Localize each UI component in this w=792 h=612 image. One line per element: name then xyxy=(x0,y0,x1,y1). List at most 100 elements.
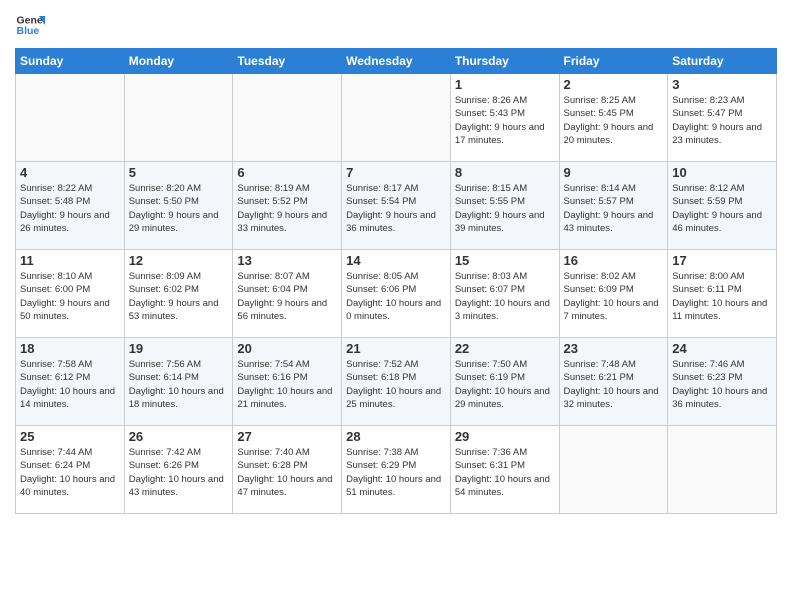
day-number: 16 xyxy=(564,253,664,268)
day-cell: 13 Sunrise: 8:07 AM Sunset: 6:04 PM Dayli… xyxy=(233,250,342,338)
day-info: Sunrise: 8:17 AM Sunset: 5:54 PM Dayligh… xyxy=(346,182,446,235)
week-row: 1Sunrise: 8:26 AM Sunset: 5:43 PM Daylig… xyxy=(16,74,777,162)
day-info: Sunrise: 8:03 AM Sunset: 6:07 PM Dayligh… xyxy=(455,270,555,323)
day-number: 8 xyxy=(455,165,555,180)
day-number: 22 xyxy=(455,341,555,356)
day-info: Sunrise: 8:07 AM Sunset: 6:04 PM Dayligh… xyxy=(237,270,337,323)
day-info: Sunrise: 8:19 AM Sunset: 5:52 PM Dayligh… xyxy=(237,182,337,235)
header-cell-thursday: Thursday xyxy=(450,49,559,74)
day-info: Sunrise: 7:50 AM Sunset: 6:19 PM Dayligh… xyxy=(455,358,555,411)
day-info: Sunrise: 8:26 AM Sunset: 5:43 PM Dayligh… xyxy=(455,94,555,147)
day-cell: 25Sunrise: 7:44 AM Sunset: 6:24 PM Dayli… xyxy=(16,426,125,514)
day-info: Sunrise: 7:52 AM Sunset: 6:18 PM Dayligh… xyxy=(346,358,446,411)
day-cell: 9 Sunrise: 8:14 AM Sunset: 5:57 PM Daylig… xyxy=(559,162,668,250)
day-cell xyxy=(668,426,777,514)
day-info: Sunrise: 8:15 AM Sunset: 5:55 PM Dayligh… xyxy=(455,182,555,235)
day-info: Sunrise: 8:05 AM Sunset: 6:06 PM Dayligh… xyxy=(346,270,446,323)
day-cell: 14 Sunrise: 8:05 AM Sunset: 6:06 PM Dayli… xyxy=(342,250,451,338)
day-number: 24 xyxy=(672,341,772,356)
week-row: 11 Sunrise: 8:10 AM Sunset: 6:00 PM Dayli… xyxy=(16,250,777,338)
day-cell: 28Sunrise: 7:38 AM Sunset: 6:29 PM Dayli… xyxy=(342,426,451,514)
day-info: Sunrise: 8:02 AM Sunset: 6:09 PM Dayligh… xyxy=(564,270,664,323)
header-cell-sunday: Sunday xyxy=(16,49,125,74)
day-cell: 10Sunrise: 8:12 AM Sunset: 5:59 PM Dayli… xyxy=(668,162,777,250)
day-number: 14 xyxy=(346,253,446,268)
day-number: 4 xyxy=(20,165,120,180)
day-info: Sunrise: 8:10 AM Sunset: 6:00 PM Dayligh… xyxy=(20,270,120,323)
logo-icon: General Blue xyxy=(15,10,45,40)
day-cell: 5 Sunrise: 8:20 AM Sunset: 5:50 PM Daylig… xyxy=(124,162,233,250)
day-cell: 24 Sunrise: 7:46 AM Sunset: 6:23 PM Dayli… xyxy=(668,338,777,426)
day-cell xyxy=(233,74,342,162)
day-info: Sunrise: 8:09 AM Sunset: 6:02 PM Dayligh… xyxy=(129,270,229,323)
header-cell-friday: Friday xyxy=(559,49,668,74)
header-cell-saturday: Saturday xyxy=(668,49,777,74)
day-cell: 27 Sunrise: 7:40 AM Sunset: 6:28 PM Dayli… xyxy=(233,426,342,514)
day-cell xyxy=(342,74,451,162)
day-number: 10 xyxy=(672,165,772,180)
day-info: Sunrise: 7:42 AM Sunset: 6:26 PM Dayligh… xyxy=(129,446,229,499)
day-number: 20 xyxy=(237,341,337,356)
day-number: 5 xyxy=(129,165,229,180)
day-number: 6 xyxy=(237,165,337,180)
day-number: 21 xyxy=(346,341,446,356)
header-row: SundayMondayTuesdayWednesdayThursdayFrid… xyxy=(16,49,777,74)
day-number: 11 xyxy=(20,253,120,268)
day-number: 19 xyxy=(129,341,229,356)
day-cell: 29 Sunrise: 7:36 AM Sunset: 6:31 PM Dayli… xyxy=(450,426,559,514)
day-number: 26 xyxy=(129,429,229,444)
calendar-table: SundayMondayTuesdayWednesdayThursdayFrid… xyxy=(15,48,777,514)
day-info: Sunrise: 7:36 AM Sunset: 6:31 PM Dayligh… xyxy=(455,446,555,499)
day-info: Sunrise: 7:44 AM Sunset: 6:24 PM Dayligh… xyxy=(20,446,120,499)
day-number: 17 xyxy=(672,253,772,268)
day-number: 27 xyxy=(237,429,337,444)
day-cell: 21 Sunrise: 7:52 AM Sunset: 6:18 PM Dayli… xyxy=(342,338,451,426)
day-info: Sunrise: 8:25 AM Sunset: 5:45 PM Dayligh… xyxy=(564,94,664,147)
day-cell: 23 Sunrise: 7:48 AM Sunset: 6:21 PM Dayli… xyxy=(559,338,668,426)
day-info: Sunrise: 7:38 AM Sunset: 6:29 PM Dayligh… xyxy=(346,446,446,499)
day-cell: 20 Sunrise: 7:54 AM Sunset: 6:16 PM Dayli… xyxy=(233,338,342,426)
day-number: 12 xyxy=(129,253,229,268)
day-info: Sunrise: 8:22 AM Sunset: 5:48 PM Dayligh… xyxy=(20,182,120,235)
day-info: Sunrise: 7:48 AM Sunset: 6:21 PM Dayligh… xyxy=(564,358,664,411)
day-cell: 8 Sunrise: 8:15 AM Sunset: 5:55 PM Daylig… xyxy=(450,162,559,250)
day-cell: 16 Sunrise: 8:02 AM Sunset: 6:09 PM Dayli… xyxy=(559,250,668,338)
header-cell-wednesday: Wednesday xyxy=(342,49,451,74)
day-info: Sunrise: 8:23 AM Sunset: 5:47 PM Dayligh… xyxy=(672,94,772,147)
day-cell: 2 Sunrise: 8:25 AM Sunset: 5:45 PM Daylig… xyxy=(559,74,668,162)
header-cell-monday: Monday xyxy=(124,49,233,74)
day-cell: 1Sunrise: 8:26 AM Sunset: 5:43 PM Daylig… xyxy=(450,74,559,162)
day-cell xyxy=(559,426,668,514)
header-cell-tuesday: Tuesday xyxy=(233,49,342,74)
day-cell: 18 Sunrise: 7:58 AM Sunset: 6:12 PM Dayli… xyxy=(16,338,125,426)
day-number: 18 xyxy=(20,341,120,356)
logo: General Blue xyxy=(15,10,45,40)
week-row: 18 Sunrise: 7:58 AM Sunset: 6:12 PM Dayli… xyxy=(16,338,777,426)
calendar-page: General Blue SundayMondayTuesdayWednesda… xyxy=(0,0,792,612)
day-number: 7 xyxy=(346,165,446,180)
day-info: Sunrise: 8:00 AM Sunset: 6:11 PM Dayligh… xyxy=(672,270,772,323)
day-number: 3 xyxy=(672,77,772,92)
day-cell xyxy=(124,74,233,162)
day-number: 2 xyxy=(564,77,664,92)
day-info: Sunrise: 7:46 AM Sunset: 6:23 PM Dayligh… xyxy=(672,358,772,411)
day-number: 29 xyxy=(455,429,555,444)
header: General Blue xyxy=(15,10,777,40)
day-info: Sunrise: 7:40 AM Sunset: 6:28 PM Dayligh… xyxy=(237,446,337,499)
day-number: 15 xyxy=(455,253,555,268)
day-cell: 19Sunrise: 7:56 AM Sunset: 6:14 PM Dayli… xyxy=(124,338,233,426)
day-cell: 7 Sunrise: 8:17 AM Sunset: 5:54 PM Daylig… xyxy=(342,162,451,250)
day-info: Sunrise: 8:20 AM Sunset: 5:50 PM Dayligh… xyxy=(129,182,229,235)
day-info: Sunrise: 7:54 AM Sunset: 6:16 PM Dayligh… xyxy=(237,358,337,411)
day-cell: 3 Sunrise: 8:23 AM Sunset: 5:47 PM Daylig… xyxy=(668,74,777,162)
day-number: 13 xyxy=(237,253,337,268)
week-row: 25Sunrise: 7:44 AM Sunset: 6:24 PM Dayli… xyxy=(16,426,777,514)
day-cell: 4 Sunrise: 8:22 AM Sunset: 5:48 PM Daylig… xyxy=(16,162,125,250)
day-cell: 26 Sunrise: 7:42 AM Sunset: 6:26 PM Dayli… xyxy=(124,426,233,514)
day-cell: 6 Sunrise: 8:19 AM Sunset: 5:52 PM Daylig… xyxy=(233,162,342,250)
day-cell: 12 Sunrise: 8:09 AM Sunset: 6:02 PM Dayli… xyxy=(124,250,233,338)
day-number: 9 xyxy=(564,165,664,180)
day-number: 23 xyxy=(564,341,664,356)
day-info: Sunrise: 8:14 AM Sunset: 5:57 PM Dayligh… xyxy=(564,182,664,235)
day-info: Sunrise: 7:58 AM Sunset: 6:12 PM Dayligh… xyxy=(20,358,120,411)
